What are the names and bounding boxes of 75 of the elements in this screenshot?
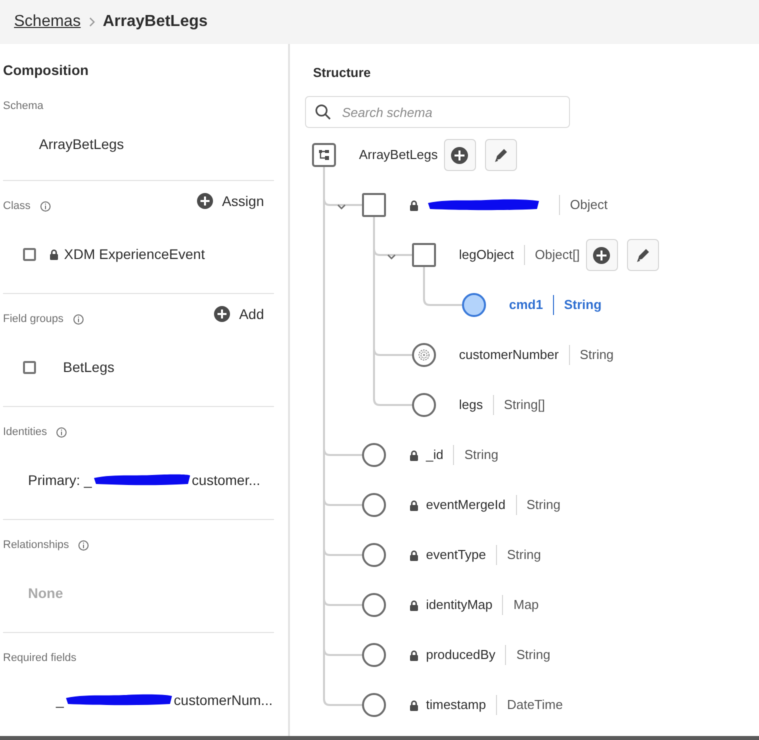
chevron-down-icon[interactable] [337,204,346,210]
field-type: Map [513,596,539,614]
identity-text: Primary: _ [28,470,92,490]
fingerprint-node[interactable] [412,343,436,367]
object-node[interactable] [412,243,436,267]
section-label: Identities [3,424,48,440]
object-node[interactable] [362,193,386,217]
checkbox[interactable] [23,248,36,260]
field-node[interactable] [362,493,386,517]
section-label: Relationships [3,538,70,553]
field-node[interactable] [362,593,386,617]
field-type: String [464,446,498,464]
field-name: legs [459,396,483,414]
list-item-label[interactable]: BetLegs [63,356,114,378]
schema-name: ArrayBetLegs [39,135,124,154]
info-icon[interactable] [72,314,84,324]
info-icon[interactable] [56,426,68,438]
add-icon [593,246,610,264]
field-node[interactable] [462,293,486,317]
search-icon [315,104,331,120]
field-name: ArrayBetLegs [359,146,438,164]
field-node[interactable] [362,693,386,717]
field-type: String [507,546,541,564]
section-label: Class [3,198,31,214]
page-title: ArrayBetLegs [102,12,208,32]
add-button[interactable]: Add [214,304,264,324]
field-name: cmd1 [509,296,543,314]
chevron-icon [88,17,95,27]
field-type: String [526,496,560,514]
field-node[interactable] [362,643,386,667]
info-icon[interactable] [40,200,51,212]
field-name: legObject [459,246,514,264]
field-type: String [516,646,550,664]
field-type: Object[] [534,246,580,264]
field-node[interactable] [362,543,386,567]
section-label: Required fields [3,650,76,666]
add-button[interactable]: Assign [196,190,264,212]
field-type: String [564,296,602,314]
panel-title: Structure [313,64,372,79]
section-label: Field groups [3,312,64,327]
breadcrumb-link[interactable]: Schemas [14,10,81,34]
add-icon [451,146,468,164]
field-name: _id [426,446,444,464]
panel-title: Composition [3,61,90,80]
search-field[interactable]: Search schema [305,96,570,128]
field-node[interactable] [362,443,386,467]
chevron-down-icon[interactable] [387,254,396,260]
add-field-button[interactable] [444,139,476,171]
section-label: Schema [3,98,44,114]
field-name: eventType [426,546,486,564]
field-name: eventMergeId [426,496,506,514]
info-icon[interactable] [78,540,90,550]
field-name: timestamp [426,696,486,714]
field-name: identityMap [426,596,492,614]
field-name: customerNumber [459,346,559,364]
add-icon [196,193,213,209]
identity-text: customer... [192,470,260,490]
identity-text: _ [56,690,64,710]
field-name: producedBy [426,646,496,664]
add-field-button[interactable] [586,239,618,271]
add-icon [214,306,230,322]
identity-text: customerNum... [174,690,273,710]
field-type: DateTime [506,696,563,714]
pencil-icon [492,147,509,163]
pencil-icon [634,247,651,263]
field-node[interactable] [412,393,436,417]
empty-value: None [28,584,63,602]
edit-button[interactable] [626,239,659,271]
checkbox[interactable] [23,360,36,374]
list-item-label[interactable]: XDM ExperienceEvent [64,244,205,264]
schema-root-icon[interactable] [312,143,336,167]
field-type: String [580,346,614,364]
edit-button[interactable] [484,139,517,171]
field-type: String[] [504,396,546,414]
field-type: Object [570,196,608,214]
